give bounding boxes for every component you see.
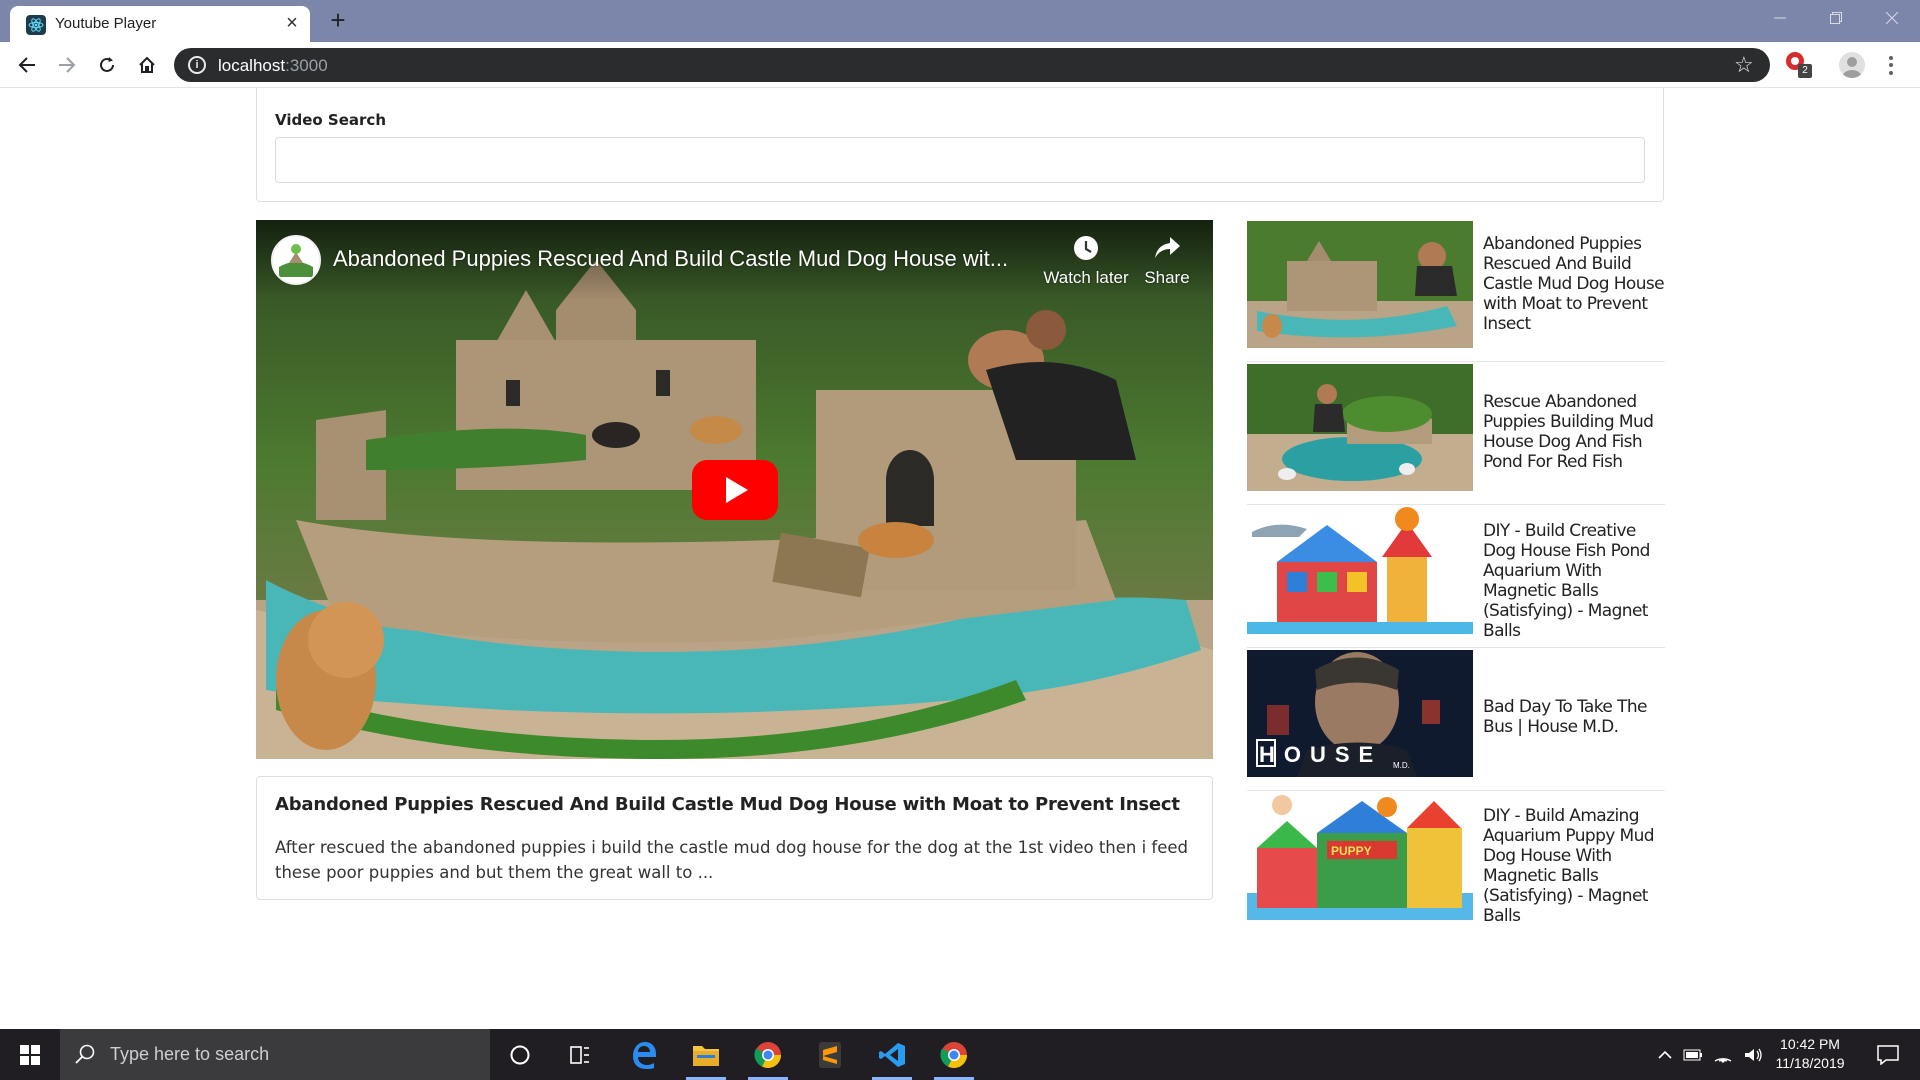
share-label: Share <box>1144 268 1190 287</box>
video-list-title[interactable]: Abandoned Puppies Rescued And Build Cast… <box>1483 234 1665 334</box>
share-arrow-icon <box>1155 237 1180 258</box>
search-icon <box>75 1044 95 1064</box>
video-detail-title: Abandoned Puppies Rescued And Build Cast… <box>275 794 1180 815</box>
video-list-title[interactable]: Rescue Abandoned Puppies Building Mud Ho… <box>1483 392 1665 472</box>
close-window-icon[interactable] <box>1864 0 1920 36</box>
task-view-icon[interactable] <box>552 1029 608 1080</box>
video-thumbnail[interactable] <box>1247 507 1473 634</box>
tab-close-icon[interactable]: × <box>281 12 303 34</box>
sublime-text-icon[interactable] <box>802 1029 858 1080</box>
house-logo-subtext: M.D. <box>1393 761 1410 770</box>
extension-badge: 2 <box>1798 64 1812 78</box>
tab-strip: Youtube Player × + <box>0 0 1920 42</box>
edge-icon[interactable] <box>616 1029 672 1080</box>
cortana-icon[interactable] <box>492 1029 548 1080</box>
new-tab-icon[interactable]: + <box>324 7 352 35</box>
taskbar-search-placeholder: Type here to search <box>110 1044 270 1064</box>
video-thumbnail[interactable]: HOUSE M.D. <box>1247 650 1473 777</box>
chrome-icon[interactable] <box>740 1029 796 1080</box>
bookmark-star-icon[interactable]: ☆ <box>1734 53 1758 77</box>
minimize-icon[interactable] <box>1752 0 1808 36</box>
house-logo-text: HOUSE <box>1259 742 1382 767</box>
video-search-input[interactable] <box>275 137 1645 183</box>
video-list-title[interactable]: DIY - Build Amazing Aquarium Puppy Mud D… <box>1483 806 1665 926</box>
back-arrow-icon[interactable] <box>13 51 41 79</box>
chevron-up-icon[interactable] <box>1652 1050 1678 1060</box>
react-favicon-icon <box>26 15 46 35</box>
taskbar-clock[interactable]: 10:42 PM 11/18/2019 <box>1762 1035 1858 1073</box>
list-item[interactable]: DIY - Build Creative Dog House Fish Pond… <box>1247 505 1665 648</box>
list-item[interactable]: PUPPY DIY - Build Amazing Aquarium Puppy… <box>1247 791 1665 934</box>
browser-toolbar: i localhost:3000 ☆ 2 <box>0 42 1920 88</box>
watch-later-label: Watch later <box>1043 268 1129 287</box>
clock-date: 11/18/2019 <box>1775 1055 1845 1071</box>
video-list-title[interactable]: DIY - Build Creative Dog House Fish Pond… <box>1483 521 1665 641</box>
search-label: Video Search <box>275 111 386 129</box>
player-video-title[interactable]: Abandoned Puppies Rescued And Build Cast… <box>333 246 1023 272</box>
window-controls <box>1752 0 1920 36</box>
watch-later-button[interactable]: Watch later <box>1043 234 1129 294</box>
windows-taskbar: Type here to search 10:42 PM 11/18/2019 <box>0 1029 1920 1080</box>
video-list: Abandoned Puppies Rescued And Build Cast… <box>1247 219 1665 934</box>
file-explorer-icon[interactable] <box>678 1029 734 1080</box>
video-detail-card: Abandoned Puppies Rescued And Build Cast… <box>256 776 1213 900</box>
extension-icon[interactable]: 2 <box>1784 50 1814 80</box>
search-card: Video Search <box>256 88 1664 202</box>
battery-icon[interactable] <box>1678 1049 1708 1061</box>
youtube-play-icon[interactable] <box>692 460 778 520</box>
forward-arrow-icon[interactable] <box>53 51 81 79</box>
clock-time: 10:42 PM <box>1780 1036 1840 1052</box>
restore-icon[interactable] <box>1808 0 1864 36</box>
video-thumbnail[interactable] <box>1247 221 1473 348</box>
notification-center-icon[interactable] <box>1862 1029 1914 1080</box>
video-player[interactable]: Abandoned Puppies Rescued And Build Cast… <box>256 220 1213 759</box>
tab-youtube-player[interactable]: Youtube Player × <box>10 6 310 42</box>
channel-avatar[interactable] <box>271 235 321 285</box>
tab-title: Youtube Player <box>55 15 157 32</box>
puppy-thumb-text: PUPPY <box>1331 844 1372 858</box>
chrome-icon[interactable] <box>926 1029 982 1080</box>
video-thumbnail[interactable] <box>1247 364 1473 491</box>
home-icon[interactable] <box>133 51 161 79</box>
windows-start-icon[interactable] <box>0 1029 60 1080</box>
url-text[interactable]: localhost:3000 <box>218 56 328 76</box>
share-button[interactable]: Share <box>1124 234 1210 294</box>
video-detail-description: After rescued the abandoned puppies i bu… <box>275 838 1189 882</box>
wifi-icon[interactable] <box>1708 1047 1738 1063</box>
profile-avatar-icon[interactable] <box>1839 52 1865 78</box>
list-item[interactable]: Rescue Abandoned Puppies Building Mud Ho… <box>1247 362 1665 505</box>
list-item[interactable]: HOUSE M.D. Bad Day To Take The Bus | Hous… <box>1247 648 1665 791</box>
taskbar-search-box[interactable]: Type here to search <box>60 1029 490 1080</box>
info-icon[interactable]: i <box>188 56 206 74</box>
browser-menu-icon[interactable] <box>1884 52 1898 78</box>
list-item[interactable]: Abandoned Puppies Rescued And Build Cast… <box>1247 219 1665 362</box>
video-list-title[interactable]: Bad Day To Take The Bus | House M.D. <box>1483 697 1665 737</box>
clock-icon <box>1074 236 1098 260</box>
video-thumbnail[interactable]: PUPPY <box>1247 793 1473 920</box>
system-tray <box>1652 1029 1768 1080</box>
address-bar[interactable]: i localhost:3000 ☆ <box>174 48 1770 82</box>
vscode-icon[interactable] <box>864 1029 920 1080</box>
reload-icon[interactable] <box>93 51 121 79</box>
